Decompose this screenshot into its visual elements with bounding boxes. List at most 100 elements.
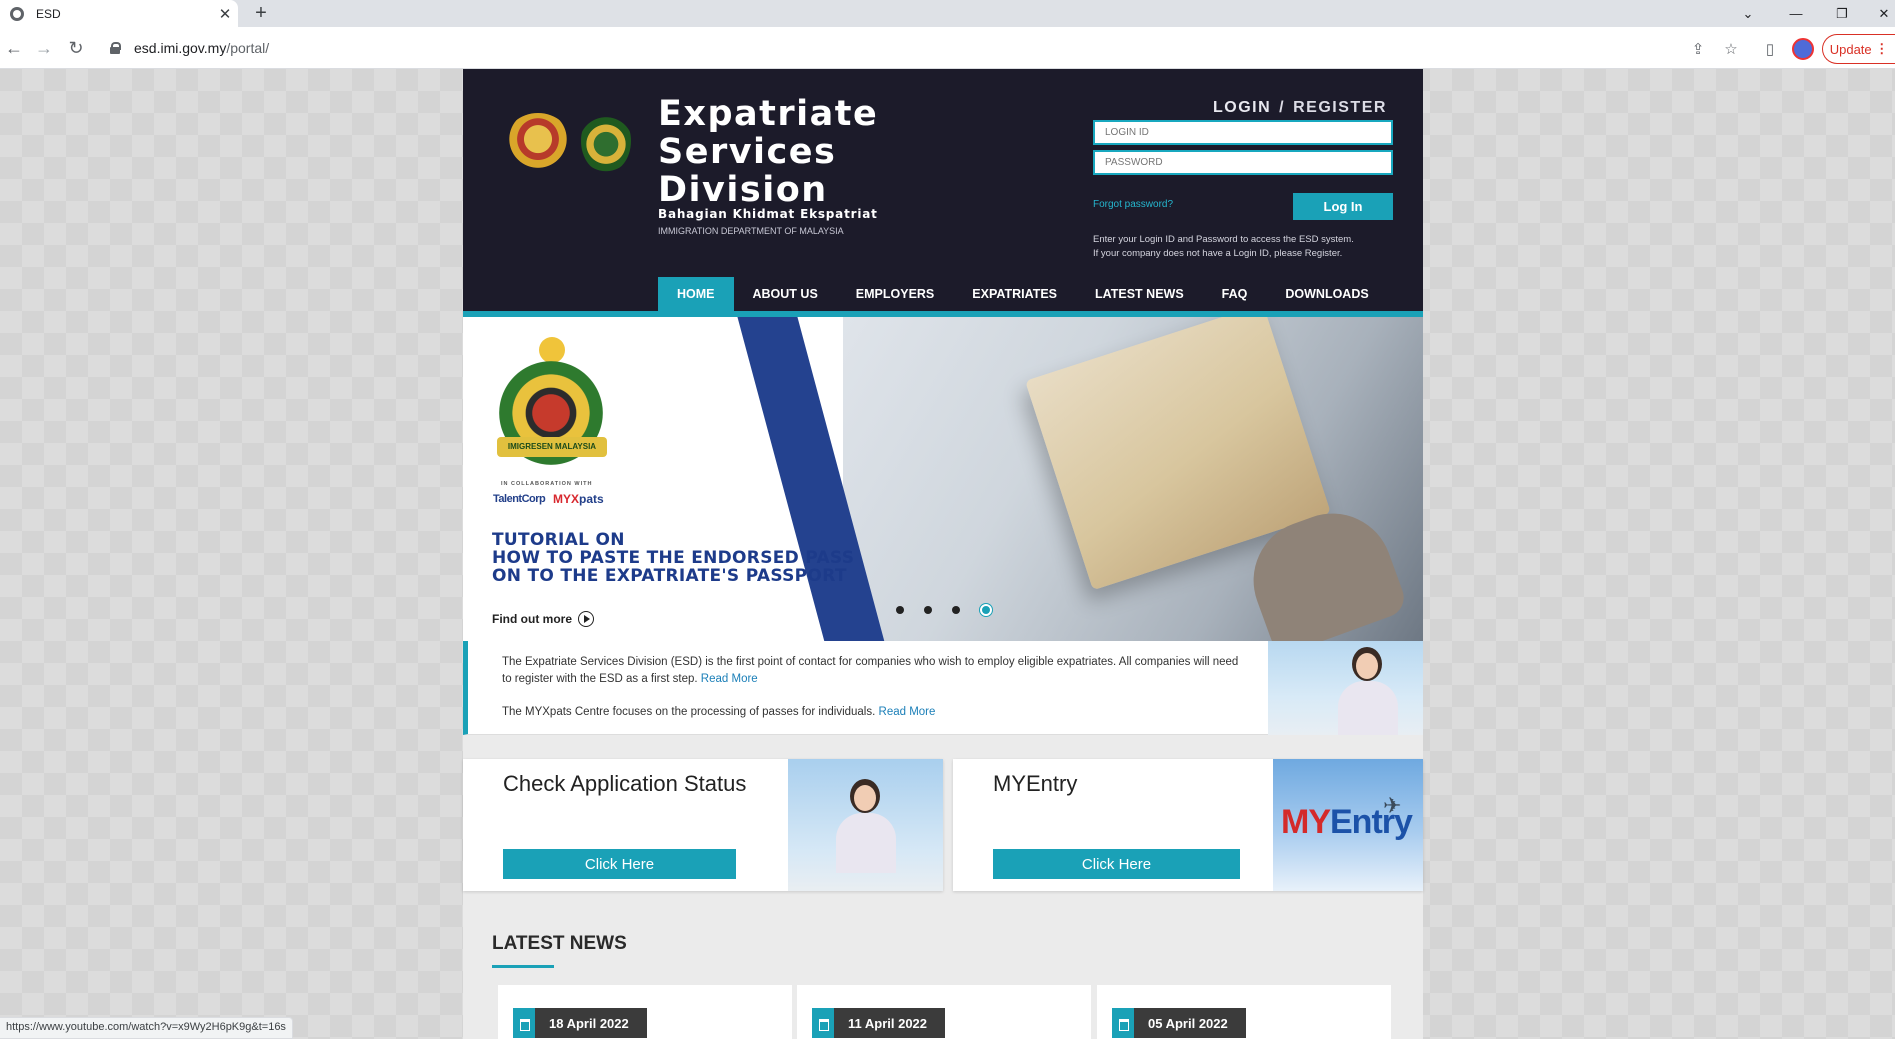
slider-dot[interactable]: [924, 606, 932, 614]
slider-dot[interactable]: [952, 606, 960, 614]
play-icon: [578, 611, 594, 627]
login-id-input[interactable]: [1093, 120, 1393, 145]
news-card[interactable]: 18 April 2022: [498, 985, 792, 1039]
find-out-more-link[interactable]: Find out more: [492, 611, 594, 627]
myxpats-logo-part: pats: [579, 492, 604, 506]
myxpats-logo-part: MYX: [553, 492, 580, 506]
read-more-link[interactable]: Read More: [701, 673, 758, 685]
news-date: 05 April 2022: [1148, 1015, 1228, 1031]
crest-ribbon: IMIGRESEN MALAYSIA: [497, 437, 607, 457]
site-title-line: Services: [658, 132, 837, 172]
profile-avatar[interactable]: [1792, 38, 1814, 60]
update-button[interactable]: Update ⋮: [1822, 34, 1895, 64]
calendar-icon: [1112, 1008, 1134, 1038]
officer-photo: [1268, 641, 1423, 735]
collaboration-label: IN COLLABORATION WITH: [501, 481, 593, 487]
intro-section: The Expatriate Services Division (ESD) i…: [463, 641, 1423, 735]
new-tab-button[interactable]: +: [250, 2, 272, 24]
banner-heading-line: HOW TO PASTE THE ENDORSED PASS: [492, 548, 855, 568]
bookmark-star-icon[interactable]: ☆: [1721, 40, 1741, 58]
login-info-line: If your company does not have a Login ID…: [1093, 248, 1343, 259]
share-icon[interactable]: ⇪: [1688, 40, 1708, 58]
globe-icon: [10, 6, 24, 21]
browser-tab-strip: ESD ✕ + ⌄ — ❐ ✕: [0, 0, 1895, 27]
site-header: Expatriate Services Division Bahagian Kh…: [463, 69, 1423, 317]
hero-banner[interactable]: IMIGRESEN MALAYSIA IN COLLABORATION WITH…: [463, 317, 1423, 641]
news-date: 11 April 2022: [848, 1015, 928, 1031]
nav-latest-news[interactable]: LATEST NEWS: [1076, 277, 1203, 311]
browser-tab[interactable]: ESD ✕: [0, 0, 238, 27]
card-title: Check Application Status: [503, 771, 747, 796]
side-panel-icon[interactable]: ▯: [1760, 40, 1780, 58]
banner-heading-line: TUTORIAL ON: [492, 530, 625, 550]
intro-text: The Expatriate Services Division (ESD) i…: [502, 656, 1239, 685]
airplane-icon: ✈: [1383, 793, 1402, 818]
login-button[interactable]: Log In: [1293, 193, 1393, 220]
slider-dot[interactable]: [896, 606, 904, 614]
malaysia-coat-of-arms-logo: [505, 113, 571, 171]
site-title: Expatriate Services Division: [658, 95, 958, 209]
restore-icon[interactable]: ❐: [1832, 0, 1852, 27]
site-title-line: Expatriate: [658, 94, 879, 134]
slider-dot-active[interactable]: [980, 604, 992, 616]
update-label: Update: [1829, 41, 1872, 57]
tab-title: ESD: [36, 6, 61, 21]
news-card[interactable]: 11 April 2022: [797, 985, 1091, 1039]
reload-icon[interactable]: ↻: [64, 37, 88, 59]
officer-photo: [788, 759, 943, 891]
forward-icon[interactable]: →: [32, 37, 56, 59]
login-info-line: Enter your Login ID and Password to acce…: [1093, 234, 1354, 245]
tab-search-icon[interactable]: ⌄: [1738, 0, 1758, 27]
browser-toolbar: ← → ↻ esd.imi.gov.my/portal/ ⇪ ☆ ▯: [0, 27, 1895, 69]
calendar-icon: [513, 1008, 535, 1038]
imigresen-crest-logo: IMIGRESEN MALAYSIA: [493, 337, 611, 467]
intro-paragraph: The Expatriate Services Division (ESD) i…: [502, 654, 1242, 688]
back-icon[interactable]: ←: [2, 37, 26, 59]
nav-home[interactable]: HOME: [658, 277, 734, 311]
password-input[interactable]: [1093, 150, 1393, 175]
url-host: esd.imi.gov.my: [134, 39, 227, 56]
intro-paragraph: The MYXpats Centre focuses on the proces…: [502, 704, 1242, 721]
news-card[interactable]: 05 April 2022: [1097, 985, 1391, 1039]
read-more-link[interactable]: Read More: [879, 706, 936, 718]
myxpats-logo: MYXpats: [553, 492, 604, 506]
myentry-card: MYEntry Click Here MYEntry ✈: [953, 759, 1423, 891]
department-name: IMMIGRATION DEPARTMENT OF MALAYSIA: [658, 226, 844, 236]
crest-star: [539, 337, 565, 363]
register-tab[interactable]: REGISTER: [1293, 99, 1387, 116]
site-container: Expatriate Services Division Bahagian Kh…: [463, 69, 1423, 1039]
officer-figure: [836, 779, 896, 873]
site-title-line: Division: [658, 170, 828, 210]
site-subtitle: Bahagian Khidmat Ekspatriat: [658, 207, 878, 221]
myentry-logo-image: MYEntry ✈: [1273, 759, 1423, 891]
news-date: 18 April 2022: [549, 1015, 629, 1031]
minimize-icon[interactable]: —: [1786, 0, 1806, 27]
tab-close-icon[interactable]: ✕: [212, 5, 238, 23]
forgot-password-link[interactable]: Forgot password?: [1093, 199, 1173, 210]
officer-figure: [1338, 647, 1398, 735]
address-bar[interactable]: esd.imi.gov.my/portal/: [100, 31, 1690, 64]
nav-downloads[interactable]: DOWNLOADS: [1266, 277, 1387, 311]
nav-about-us[interactable]: ABOUT US: [734, 277, 837, 311]
myentry-button[interactable]: Click Here: [993, 849, 1240, 879]
latest-news-heading: LATEST NEWS: [492, 933, 627, 954]
banner-heading: TUTORIAL ON HOW TO PASTE THE ENDORSED PA…: [492, 531, 854, 585]
banner-heading-line: ON TO THE EXPATRIATE'S PASSPORT: [492, 566, 847, 586]
slider-dots: [896, 604, 1012, 616]
login-separator: /: [1279, 99, 1286, 116]
window-close-icon[interactable]: ✕: [1874, 0, 1894, 27]
talentcorp-logo: TalentCorp: [493, 493, 546, 505]
check-status-button[interactable]: Click Here: [503, 849, 736, 879]
find-out-more-label: Find out more: [492, 612, 572, 626]
nav-employers[interactable]: EMPLOYERS: [837, 277, 954, 311]
myentry-logo-part: MY: [1281, 803, 1331, 841]
url-path: /portal/: [226, 39, 270, 56]
login-info-text: Enter your Login ID and Password to acce…: [1093, 233, 1393, 261]
main-navigation: HOME ABOUT US EMPLOYERS EXPATRIATES LATE…: [658, 277, 1388, 315]
link-status-bar: https://www.youtube.com/watch?v=x9Wy2H6p…: [0, 1017, 293, 1039]
nav-faq[interactable]: FAQ: [1203, 277, 1267, 311]
calendar-icon: [812, 1008, 834, 1038]
intro-text: The MYXpats Centre focuses on the proces…: [502, 706, 876, 718]
login-register-tabs: LOGIN / REGISTER: [1213, 99, 1387, 123]
nav-expatriates[interactable]: EXPATRIATES: [953, 277, 1076, 311]
